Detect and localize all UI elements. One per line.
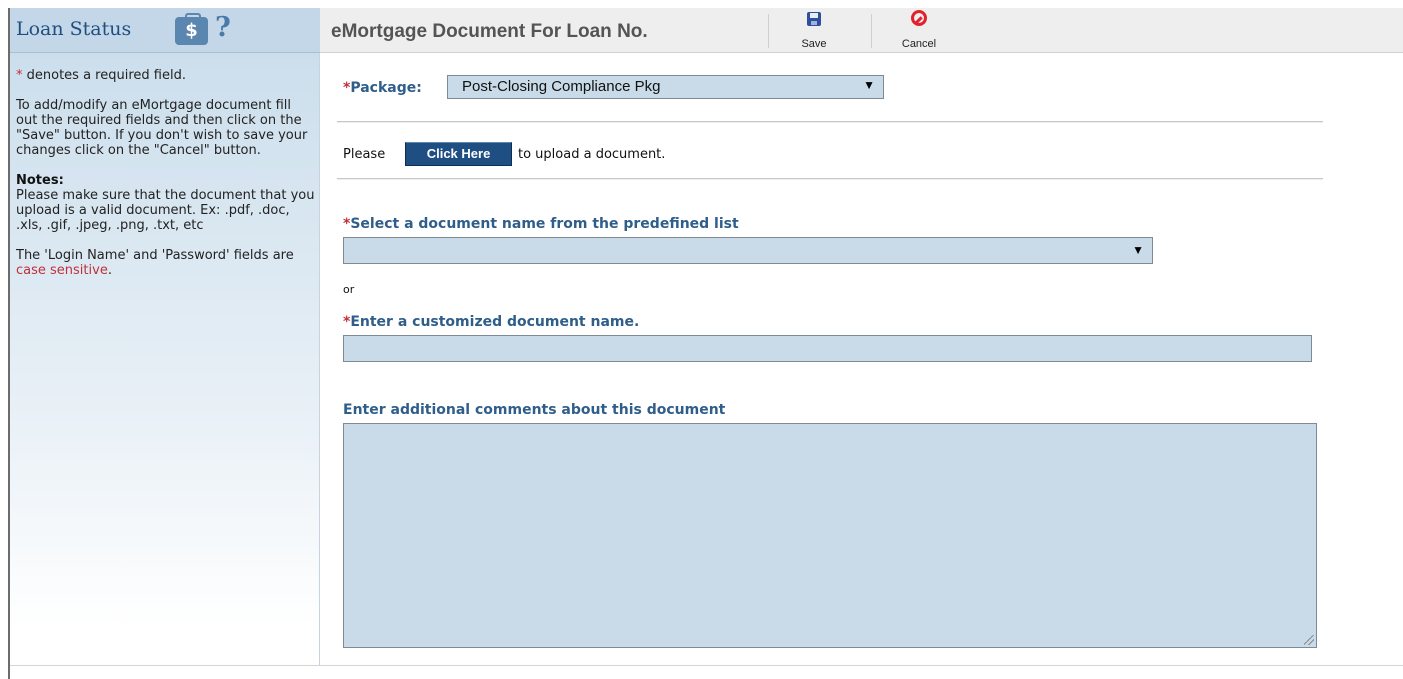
save-button[interactable]: Save [784,8,844,53]
case-note-prefix: The 'Login Name' and 'Password' fields a… [16,248,294,263]
cancel-button[interactable]: Cancel [889,8,949,53]
package-label: *Package: [343,80,422,96]
comments-label: Enter additional comments about this doc… [343,402,726,418]
or-text: or [343,283,355,296]
sidebar-help-text: * denotes a required field. To add/modif… [16,68,316,293]
help-question-icon[interactable]: ? [215,12,231,43]
divider [337,178,1323,180]
instructions-text: To add/modify an eMortgage document fill… [16,98,308,158]
dropdown-arrow-icon: ▼ [863,78,875,92]
notes-section: Notes: Please make sure that the documen… [16,173,316,233]
case-note-suffix: . [107,263,112,278]
toolbar-separator [871,14,872,48]
document-select-label-text: Select a document name from the predefin… [350,216,739,232]
notes-text: Please make sure that the document that … [16,188,315,233]
floppy-disk-icon [807,12,821,26]
package-select[interactable]: Post-Closing Compliance Pkg ▼ [447,75,884,99]
main-header-bar: eMortgage Document For Loan No. Save Can… [320,8,1403,53]
cancel-label: Cancel [901,38,937,50]
required-note: * denotes a required field. [16,68,316,83]
custom-document-name-input[interactable] [343,335,1312,362]
document-select-label: *Select a document name from the predefi… [343,216,739,232]
dropdown-arrow-icon: ▼ [1132,243,1144,257]
toolbar-separator [768,14,769,48]
required-note-text: denotes a required field. [22,68,186,83]
case-sensitive-emphasis: case sensitive [16,263,108,278]
window-top-strip [0,0,1403,8]
briefcase-dollar-icon: $ [175,13,208,45]
document-name-select[interactable]: ▼ [343,237,1153,264]
window-bottom-border [10,665,1403,666]
case-sensitive-note: The 'Login Name' and 'Password' fields a… [16,248,316,278]
cancel-circle-icon [911,10,927,26]
comments-textarea[interactable] [343,423,1317,648]
save-label: Save [801,38,827,50]
resize-grip-icon[interactable] [1304,635,1314,645]
package-label-text: Package: [350,80,422,96]
help-sidebar: Loan Status $ ? * denotes a required fie… [10,8,320,665]
package-selected-value: Post-Closing Compliance Pkg [462,78,661,95]
divider [337,121,1323,123]
sidebar-header: Loan Status $ ? [10,8,320,53]
custom-name-label: *Enter a customized document name. [343,314,639,330]
upload-click-here-button[interactable]: Click Here [405,142,512,166]
custom-name-label-text: Enter a customized document name. [350,314,640,330]
page-title: eMortgage Document For Loan No. [331,21,648,42]
sidebar-title: Loan Status [16,18,132,40]
notes-heading: Notes: [16,173,64,188]
upload-suffix-text: to upload a document. [518,147,666,162]
upload-prefix-text: Please [343,147,386,162]
